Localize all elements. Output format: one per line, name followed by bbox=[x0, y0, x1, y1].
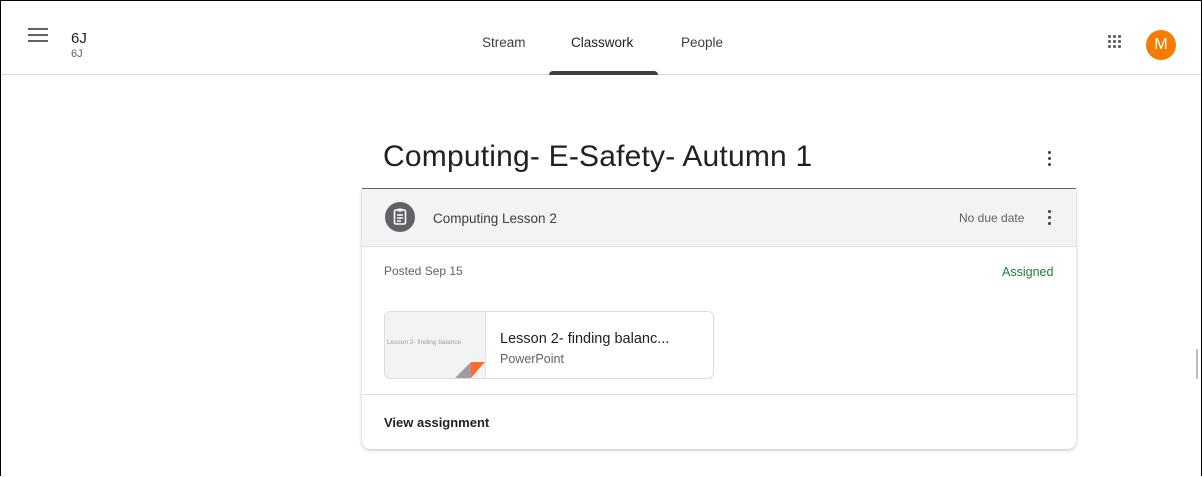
assignment-title[interactable]: Computing Lesson 2 bbox=[433, 211, 557, 226]
posted-date: Posted Sep 15 bbox=[384, 264, 463, 278]
view-assignment-link[interactable]: View assignment bbox=[384, 415, 489, 430]
status-badge: Assigned bbox=[1002, 265, 1054, 279]
tab-classwork[interactable]: Classwork bbox=[571, 35, 633, 50]
assignment-more-options-icon[interactable] bbox=[1048, 210, 1052, 228]
due-date: No due date bbox=[959, 211, 1025, 225]
tab-stream[interactable]: Stream bbox=[482, 35, 526, 50]
assignment-header[interactable]: Computing Lesson 2 No due date bbox=[362, 189, 1076, 247]
scrollbar[interactable] bbox=[1196, 349, 1198, 379]
tab-people[interactable]: People bbox=[681, 35, 723, 50]
classroom-window: 6J 6J Stream Classwork People M Computin… bbox=[0, 0, 1202, 476]
avatar[interactable]: M bbox=[1146, 30, 1176, 60]
attachment-type: PowerPoint bbox=[500, 352, 564, 366]
card-divider bbox=[362, 394, 1076, 395]
top-app-bar: 6J 6J Stream Classwork People M bbox=[1, 1, 1201, 75]
active-tab-indicator bbox=[549, 71, 658, 75]
topic-title: Computing- E-Safety- Autumn 1 bbox=[383, 140, 813, 173]
assignment-icon bbox=[385, 202, 415, 232]
attachment-title: Lesson 2- finding balanc... bbox=[500, 331, 670, 347]
assignment-card: Computing Lesson 2 No due date Posted Se… bbox=[362, 189, 1076, 449]
topic-more-options-icon[interactable] bbox=[1048, 151, 1052, 169]
attachment-card[interactable]: Lesson 2- finding balance Lesson 2- find… bbox=[384, 311, 714, 379]
google-apps-icon[interactable] bbox=[1108, 35, 1122, 49]
powerpoint-file-icon bbox=[455, 362, 485, 378]
class-tabs: Stream Classwork People bbox=[1, 1, 1201, 75]
attachment-thumbnail: Lesson 2- finding balance bbox=[385, 312, 486, 378]
